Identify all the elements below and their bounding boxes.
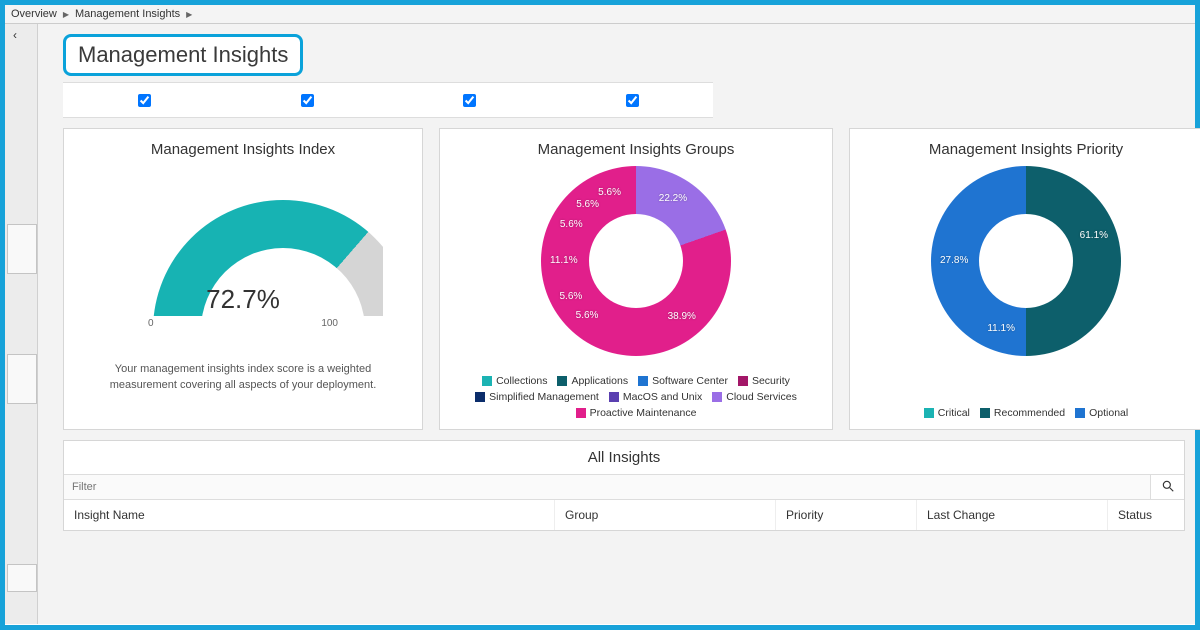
legend-label: Security: [752, 375, 790, 387]
legend-label: Critical: [938, 407, 970, 419]
donut-priority: 27.8% 61.1% 11.1%: [926, 166, 1126, 366]
legend-item[interactable]: Simplified Management: [475, 391, 599, 403]
legend-swatch: [482, 376, 492, 386]
scroll-handle[interactable]: [7, 224, 37, 274]
filter-check-3[interactable]: [463, 94, 476, 107]
filter-input[interactable]: [64, 475, 1150, 499]
slice-label: 22.2%: [659, 193, 687, 204]
legend-swatch: [557, 376, 567, 386]
slice-label: 27.8%: [940, 255, 968, 266]
legend-swatch: [576, 408, 586, 418]
slice-label: 5.6%: [560, 219, 583, 230]
breadcrumb-item[interactable]: Management Insights: [75, 8, 180, 20]
filter-check-row: [63, 82, 713, 118]
col-priority[interactable]: Priority: [776, 500, 917, 530]
legend-item[interactable]: Recommended: [980, 407, 1065, 419]
slice-label: 5.6%: [576, 199, 599, 210]
search-button[interactable]: [1150, 475, 1184, 499]
legend-item[interactable]: Applications: [557, 375, 628, 387]
legend-swatch: [609, 392, 619, 402]
gauge-min: 0: [148, 318, 154, 329]
legend-swatch: [1075, 408, 1085, 418]
slice-label: 11.1%: [550, 255, 578, 266]
search-icon: [1161, 479, 1175, 493]
card-index: Management Insights Index 72.7% 0 100 Yo…: [63, 128, 423, 430]
left-rail: ‹: [5, 24, 38, 624]
filter-check-1[interactable]: [138, 94, 151, 107]
table-title: All Insights: [64, 449, 1184, 466]
legend-swatch: [924, 408, 934, 418]
slice-label: 11.1%: [987, 323, 1015, 334]
filter-check-2[interactable]: [301, 94, 314, 107]
legend-swatch: [980, 408, 990, 418]
col-group[interactable]: Group: [555, 500, 776, 530]
legend-item[interactable]: Optional: [1075, 407, 1128, 419]
gauge-value: 72.7%: [93, 284, 393, 315]
legend-item[interactable]: Proactive Maintenance: [576, 407, 697, 419]
legend-swatch: [712, 392, 722, 402]
card-title: Management Insights Groups: [538, 141, 735, 158]
scroll-handle[interactable]: [7, 564, 37, 592]
page-title: Management Insights: [63, 34, 303, 76]
chevron-right-icon: ▶: [63, 10, 69, 19]
legend-label: Software Center: [652, 375, 728, 387]
chevron-right-icon: ▶: [186, 10, 192, 19]
col-insight-name[interactable]: Insight Name: [64, 500, 555, 530]
table-headers: Insight Name Group Priority Last Change …: [64, 500, 1184, 530]
donut-groups: 5.6%5.6%11.1%5.6%5.6%5.6%22.2%38.9%: [536, 166, 736, 366]
breadcrumb: Overview ▶ Management Insights ▶: [5, 5, 1195, 24]
legend-swatch: [475, 392, 485, 402]
slice-label: 5.6%: [576, 310, 599, 321]
card-groups: Management Insights Groups 5.6%5.6%11.1%…: [439, 128, 833, 430]
legend: Collections Applications Software Center Se…: [440, 371, 832, 427]
gauge-chart: 72.7% 0 100: [93, 172, 393, 322]
col-status[interactable]: Status: [1108, 500, 1184, 530]
card-title: Management Insights Priority: [929, 141, 1123, 158]
legend-label: Recommended: [994, 407, 1065, 419]
legend-label: Collections: [496, 375, 547, 387]
filter-check-4[interactable]: [626, 94, 639, 107]
gauge-max: 100: [321, 318, 338, 329]
legend-item[interactable]: Software Center: [638, 375, 728, 387]
legend-swatch: [738, 376, 748, 386]
col-last-change[interactable]: Last Change: [917, 500, 1108, 530]
legend-label: Proactive Maintenance: [590, 407, 697, 419]
slice-label: 5.6%: [559, 291, 582, 302]
breadcrumb-item[interactable]: Overview: [11, 8, 57, 20]
legend-swatch: [638, 376, 648, 386]
legend-item[interactable]: Collections: [482, 375, 547, 387]
card-description: Your management insights index score is …: [64, 362, 422, 393]
legend-label: MacOS and Unix: [623, 391, 702, 403]
card-priority: Management Insights Priority 27.8% 61.1% 1…: [849, 128, 1200, 430]
card-title: Management Insights Index: [151, 141, 335, 158]
card-all-insights: All Insights Insight Name Group Priority…: [63, 440, 1185, 531]
slice-label: 5.6%: [598, 187, 621, 198]
slice-label: 61.1%: [1080, 230, 1108, 241]
legend-label: Optional: [1089, 407, 1128, 419]
legend: Critical Recommended Optional: [850, 403, 1200, 427]
collapse-icon[interactable]: ‹: [13, 28, 17, 42]
scroll-handle[interactable]: [7, 354, 37, 404]
legend-item[interactable]: Security: [738, 375, 790, 387]
legend-item[interactable]: MacOS and Unix: [609, 391, 702, 403]
legend-label: Cloud Services: [726, 391, 797, 403]
slice-label: 38.9%: [668, 311, 696, 322]
legend-item[interactable]: Cloud Services: [712, 391, 797, 403]
legend-item[interactable]: Critical: [924, 407, 970, 419]
legend-label: Simplified Management: [489, 391, 599, 403]
legend-label: Applications: [571, 375, 628, 387]
